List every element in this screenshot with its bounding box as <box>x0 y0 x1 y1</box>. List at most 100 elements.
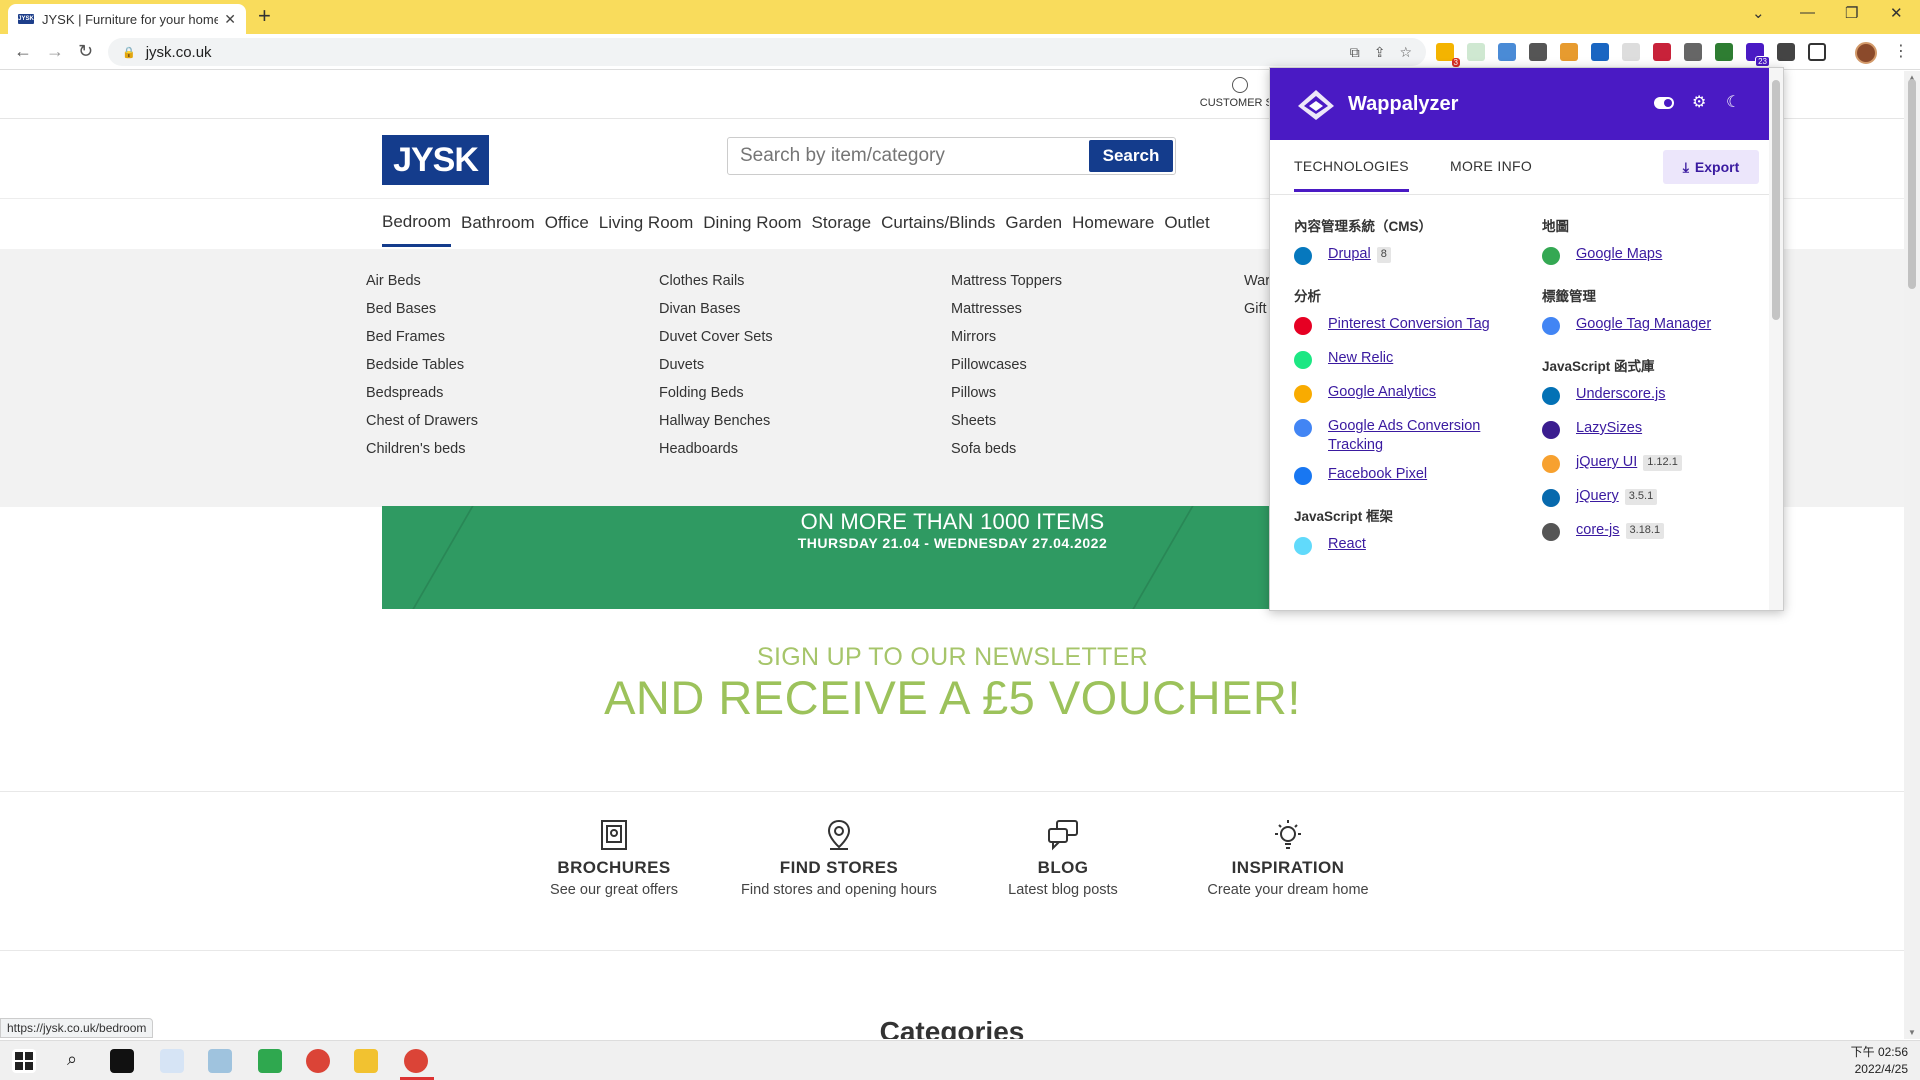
extension-10-icon[interactable] <box>1715 43 1733 61</box>
wappalyzer-extension-icon[interactable]: 23 <box>1746 43 1770 67</box>
technology-name[interactable]: Facebook Pixel <box>1328 465 1427 484</box>
mega-menu-link[interactable]: Headboards <box>659 435 773 463</box>
mega-menu-link[interactable]: Pillowcases <box>951 351 1062 379</box>
technology-item[interactable]: Google Tag Manager <box>1542 315 1782 339</box>
feature-brochures[interactable]: BROCHURES See our great offers <box>514 818 714 899</box>
tab-search-icon[interactable]: ⌄ <box>1752 4 1765 22</box>
mega-menu-link[interactable]: Mirrors <box>951 323 1062 351</box>
browser-menu-icon[interactable]: ⋮ <box>1893 41 1909 61</box>
wappalyzer-toggle[interactable] <box>1654 97 1674 109</box>
technology-name[interactable]: Pinterest Conversion Tag <box>1328 315 1490 334</box>
nav-item-living-room[interactable]: Living Room <box>599 201 694 245</box>
extension-json-icon[interactable] <box>1529 43 1547 61</box>
settings-gear-icon[interactable]: ⚙ <box>1692 92 1706 112</box>
notes-icon[interactable] <box>208 1049 232 1073</box>
minimize-icon[interactable]: — <box>1800 4 1815 21</box>
nav-item-bedroom[interactable]: Bedroom <box>382 200 451 247</box>
file-explorer-icon[interactable] <box>354 1049 378 1073</box>
mega-menu-link[interactable]: Mattress Toppers <box>951 267 1062 295</box>
technology-name[interactable]: React <box>1328 535 1366 554</box>
extension-8-icon[interactable] <box>1653 43 1671 61</box>
technology-item[interactable]: jQuery UI 1.12.1 <box>1542 453 1782 477</box>
technology-name[interactable]: Underscore.js <box>1576 385 1665 404</box>
technology-item[interactable]: Drupal 8 <box>1294 245 1534 269</box>
extension-5-icon[interactable] <box>1560 43 1578 61</box>
windows-start-icon[interactable] <box>12 1049 36 1073</box>
browser-tab[interactable]: JYSK JYSK | Furniture for your home ✕ <box>8 4 246 34</box>
forward-icon[interactable]: → <box>46 41 64 62</box>
feature-inspiration[interactable]: INSPIRATION Create your dream home <box>1188 818 1388 899</box>
mega-menu-link[interactable]: Air Beds <box>366 267 478 295</box>
mega-menu-link[interactable]: Bedside Tables <box>366 351 478 379</box>
technology-item[interactable]: Underscore.js <box>1542 385 1782 409</box>
mega-menu-link[interactable]: Sofa beds <box>951 435 1062 463</box>
technology-item[interactable]: Google Analytics <box>1294 383 1534 407</box>
technology-name[interactable]: Google Ads Conversion Tracking <box>1328 417 1534 455</box>
technology-name[interactable]: New Relic <box>1328 349 1393 368</box>
extension-crosshair-icon[interactable] <box>1622 43 1640 61</box>
newsletter-banner[interactable]: SIGN UP TO OUR NEWSLETTER AND RECEIVE A … <box>382 609 1523 747</box>
nav-item-dining-room[interactable]: Dining Room <box>703 201 801 245</box>
translate-icon[interactable]: ⧉ <box>1350 44 1360 61</box>
mega-menu-link[interactable]: Children's beds <box>366 435 478 463</box>
mega-menu-link[interactable]: War <box>1244 267 1270 295</box>
chrome-icon[interactable] <box>306 1049 330 1073</box>
technology-name[interactable]: Google Maps <box>1576 245 1662 264</box>
mega-menu-link[interactable]: Mattresses <box>951 295 1062 323</box>
mega-menu-link[interactable]: Pillows <box>951 379 1062 407</box>
mega-menu-link[interactable]: Duvets <box>659 351 773 379</box>
netflix-icon[interactable] <box>110 1049 134 1073</box>
mega-menu-link[interactable]: Hallway Benches <box>659 407 773 435</box>
mega-menu-link[interactable]: Sheets <box>951 407 1062 435</box>
export-button[interactable]: ⤓ Export <box>1663 150 1759 184</box>
technology-item[interactable]: React <box>1294 535 1534 559</box>
nav-item-office[interactable]: Office <box>545 201 589 245</box>
technology-item[interactable]: New Relic <box>1294 349 1534 373</box>
nav-item-homeware[interactable]: Homeware <box>1072 201 1154 245</box>
side-panel-icon[interactable] <box>1808 43 1826 61</box>
profile-avatar[interactable] <box>1855 42 1877 64</box>
search-input[interactable] <box>728 138 1088 174</box>
nav-item-curtains-blinds[interactable]: Curtains/Blinds <box>881 201 995 245</box>
mega-menu-link[interactable]: Chest of Drawers <box>366 407 478 435</box>
extension-check-icon[interactable] <box>1467 43 1485 61</box>
scroll-down-icon[interactable]: ▼ <box>1908 1028 1916 1037</box>
dark-mode-moon-icon[interactable]: ☾ <box>1726 92 1740 112</box>
nav-item-outlet[interactable]: Outlet <box>1164 201 1209 245</box>
mega-menu-link[interactable]: Gift <box>1244 295 1270 323</box>
reload-icon[interactable]: ↻ <box>78 41 93 62</box>
snipping-tool-icon[interactable] <box>160 1049 184 1073</box>
extensions-puzzle-icon[interactable] <box>1777 43 1795 61</box>
wappalyzer-scroll-thumb[interactable] <box>1772 80 1780 320</box>
chrome-active-icon[interactable] <box>404 1049 428 1073</box>
technology-item[interactable]: Google Ads Conversion Tracking <box>1294 417 1534 455</box>
extension-3-icon[interactable] <box>1498 43 1516 61</box>
system-clock[interactable]: 下午 02:56 2022/4/25 <box>1851 1044 1908 1078</box>
nav-item-bathroom[interactable]: Bathroom <box>461 201 535 245</box>
search-icon[interactable]: ⌕ <box>60 1049 84 1073</box>
page-scrollbar[interactable]: ▲ ▼ <box>1904 71 1920 1039</box>
restore-icon[interactable]: ❐ <box>1845 4 1858 22</box>
technology-name[interactable]: jQuery UI <box>1576 453 1637 472</box>
extension-1-icon[interactable]: 3 <box>1436 43 1460 67</box>
wappalyzer-scrollbar[interactable] <box>1769 68 1783 610</box>
jysk-logo[interactable]: JYSK <box>382 135 489 185</box>
technology-name[interactable]: jQuery <box>1576 487 1619 506</box>
back-icon[interactable]: ← <box>14 41 32 62</box>
technology-item[interactable]: Facebook Pixel <box>1294 465 1534 489</box>
search-button[interactable]: Search <box>1089 140 1173 172</box>
technology-name[interactable]: Google Analytics <box>1328 383 1436 402</box>
technology-name[interactable]: core-js <box>1576 521 1620 540</box>
mega-menu-link[interactable]: Bedspreads <box>366 379 478 407</box>
line-app-icon[interactable] <box>258 1049 282 1073</box>
mega-menu-link[interactable]: Divan Bases <box>659 295 773 323</box>
mega-menu-link[interactable]: Duvet Cover Sets <box>659 323 773 351</box>
mega-menu-link[interactable]: Bed Bases <box>366 295 478 323</box>
address-bar[interactable]: 🔒 jysk.co.uk ⧉ ⇪ ☆ <box>108 38 1426 66</box>
technology-item[interactable]: jQuery 3.5.1 <box>1542 487 1782 511</box>
mega-menu-link[interactable]: Bed Frames <box>366 323 478 351</box>
mega-menu-link[interactable]: Folding Beds <box>659 379 773 407</box>
nav-item-garden[interactable]: Garden <box>1005 201 1062 245</box>
lock-icon[interactable]: 🔒 <box>122 46 136 59</box>
tab-technologies[interactable]: TECHNOLOGIES <box>1294 158 1409 192</box>
